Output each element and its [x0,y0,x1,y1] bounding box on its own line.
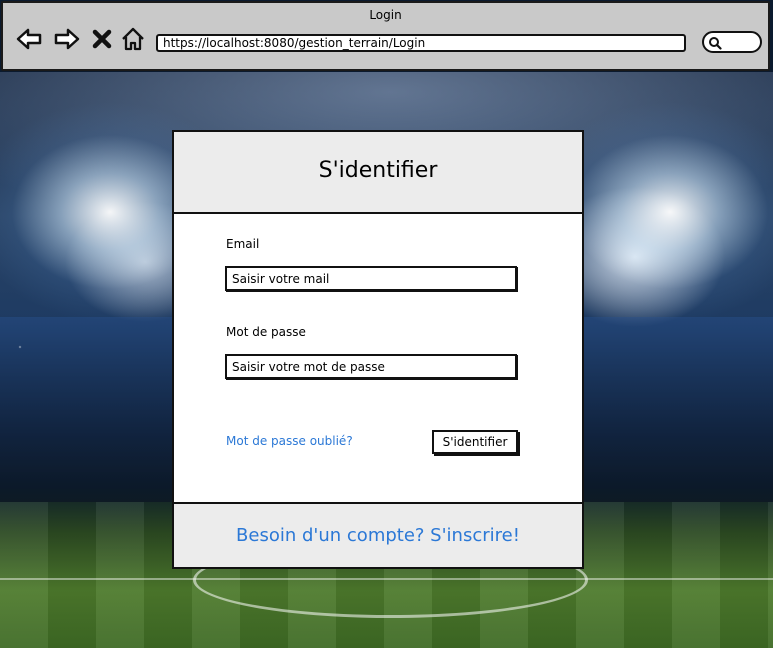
search-icon [709,37,722,50]
close-icon [92,29,112,49]
email-label: Email [226,237,260,251]
address-bar[interactable]: https://localhost:8080/gestion_terrain/L… [156,34,686,52]
login-header: S'identifier [174,132,582,214]
password-field[interactable] [225,354,517,379]
stop-button[interactable] [91,25,113,53]
window-title: Login [369,8,402,22]
browser-toolbar: Login https://localhost:8080/gestion_ter… [1,1,770,71]
login-button[interactable]: S'identifier [432,430,518,454]
forward-button[interactable] [53,25,81,53]
email-field[interactable] [225,266,517,291]
forgot-password-link[interactable]: Mot de passe oublié? [226,434,353,448]
signup-link[interactable]: Besoin d'un compte? S'inscrire! [174,525,582,546]
login-title: S'identifier [318,158,438,183]
back-button[interactable] [15,25,43,53]
arrow-right-icon [54,28,80,50]
login-panel: S'identifier Email Mot de passe Mot de p… [172,130,584,569]
home-button[interactable] [119,25,147,53]
arrow-left-icon [16,28,42,50]
search-button[interactable] [702,31,762,53]
login-footer: Besoin d'un compte? S'inscrire! [174,502,582,567]
home-icon [122,27,144,51]
password-label: Mot de passe [226,325,306,339]
